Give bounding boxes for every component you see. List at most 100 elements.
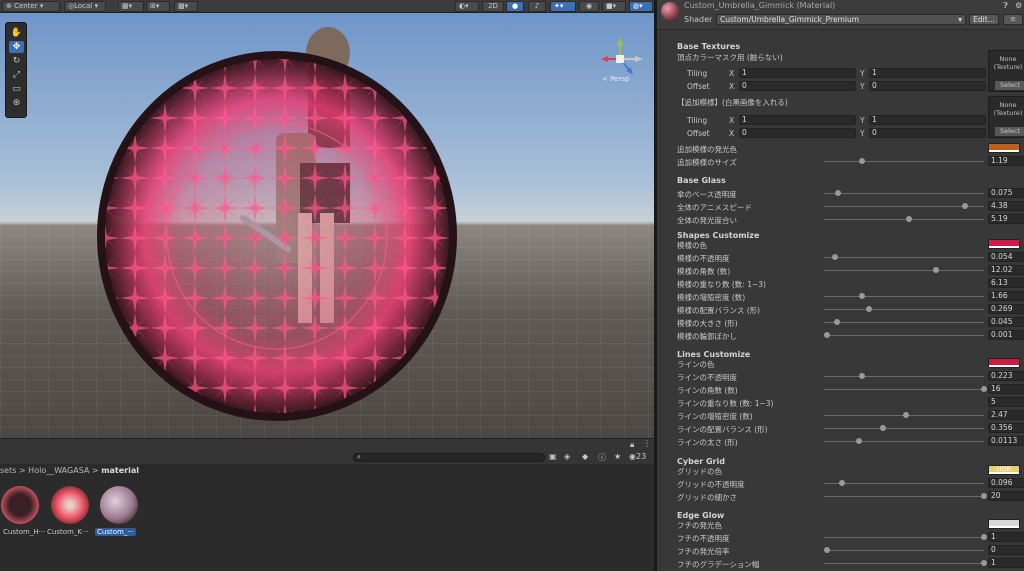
offset1-x-input[interactable]: 0 [739, 81, 856, 91]
slider-knob[interactable] [905, 216, 912, 222]
offset2-x-input[interactable]: 0 [739, 128, 856, 138]
base_glass-slider[interactable] [824, 190, 984, 196]
tiling1-y-input[interactable]: 1 [869, 68, 986, 78]
lines-slider[interactable] [824, 412, 984, 418]
cyber-color-swatch[interactable]: HDR [988, 465, 1020, 475]
asset-material-2[interactable] [48, 486, 92, 530]
slider-knob[interactable] [961, 203, 968, 209]
effects-toggle[interactable]: ✦▾ [550, 1, 576, 12]
slider-knob[interactable] [981, 534, 987, 540]
edge-slider[interactable] [824, 547, 984, 553]
settings-icon[interactable]: ⚙ [1015, 1, 1022, 10]
render-mode-button[interactable]: ▩▾ [174, 1, 198, 12]
lines-value-field[interactable]: 2.47 [988, 410, 1024, 420]
lines-slider[interactable] [824, 425, 984, 431]
slider-knob[interactable] [859, 373, 866, 379]
cyber-value-field[interactable]: 20 [988, 491, 1024, 501]
breadcrumb-current[interactable]: material [101, 466, 139, 475]
filter-label-icon[interactable]: ◈ [564, 452, 570, 461]
cyber-slider[interactable] [824, 480, 984, 486]
shapes-color-swatch[interactable] [988, 239, 1020, 249]
lock-icon[interactable]: 🔒︎ [630, 440, 634, 450]
space-dropdown[interactable]: ◎Local ▾ [64, 1, 106, 12]
star-icon[interactable]: ★ [614, 452, 621, 461]
slider-knob[interactable] [933, 267, 939, 273]
slider-knob[interactable] [824, 332, 831, 338]
filter-type-icon[interactable]: ▣ [549, 452, 557, 461]
add-size-value[interactable]: 1.19 [988, 156, 1024, 166]
slider-knob[interactable] [981, 560, 987, 566]
slider-knob[interactable] [832, 254, 839, 260]
shapes-value-field[interactable]: 0.269 [988, 304, 1024, 314]
transform-tool[interactable]: ⊛ [9, 97, 24, 109]
edge-value-field[interactable]: 1 [988, 532, 1024, 542]
base_glass-slider[interactable] [824, 216, 984, 222]
project-search-input[interactable]: ⌕ [353, 453, 545, 462]
gizmos-button[interactable]: ◍▾ [629, 1, 653, 12]
grid-snap-button[interactable]: ▦▾ [118, 1, 144, 12]
slider-knob[interactable] [824, 547, 831, 553]
texture2-select-button[interactable]: Select [995, 127, 1024, 136]
shapes-value-field[interactable]: 0.045 [988, 317, 1024, 327]
lines-slider[interactable] [824, 373, 984, 379]
shapes-value-field[interactable]: 6.13 [988, 278, 1024, 288]
lines-value-field[interactable]: 0.223 [988, 371, 1024, 381]
shapes-value-field[interactable]: 0.054 [988, 252, 1024, 262]
shapes-slider[interactable] [824, 254, 984, 260]
asset-material-1[interactable] [0, 486, 42, 530]
slider-knob[interactable] [902, 412, 909, 418]
hand-tool[interactable]: ✋ [9, 27, 24, 39]
slider-knob[interactable] [859, 158, 866, 164]
slider-knob[interactable] [833, 319, 840, 325]
edge-slider[interactable] [824, 560, 987, 566]
lines-slider[interactable] [824, 386, 987, 392]
slider-knob[interactable] [981, 493, 987, 499]
help-icon[interactable]: ❓︎ [1003, 1, 1008, 11]
scale-tool[interactable]: ⤢ [9, 69, 24, 81]
rotate-tool[interactable]: ↻ [9, 55, 24, 67]
rect-tool[interactable]: ▭ [9, 83, 24, 95]
slider-knob[interactable] [856, 438, 863, 444]
edge-color-swatch[interactable] [988, 519, 1020, 529]
offset1-y-input[interactable]: 0 [869, 81, 986, 91]
audio-toggle[interactable]: ♪ [528, 1, 546, 12]
slider-knob[interactable] [865, 306, 872, 312]
asset-material-3[interactable] [97, 486, 141, 530]
list-menu-icon[interactable]: ≡ [1003, 14, 1023, 25]
draw-mode-button[interactable]: ◐▾ [455, 1, 479, 12]
add-size-slider[interactable] [824, 158, 984, 164]
shapes-slider[interactable] [824, 306, 984, 312]
shapes-value-field[interactable]: 1.66 [988, 291, 1024, 301]
lines-value-field[interactable]: 16 [988, 384, 1024, 394]
tiling1-x-input[interactable]: 1 [739, 68, 856, 78]
edge-value-field[interactable]: 1 [988, 558, 1024, 568]
lines-slider[interactable] [824, 438, 984, 444]
pivot-dropdown[interactable]: ⊕ Center ▾ [2, 1, 60, 12]
base_glass-value-field[interactable]: 4.38 [988, 201, 1024, 211]
2d-toggle[interactable]: 2D [482, 1, 504, 12]
perspective-label[interactable]: < Persp [602, 75, 629, 83]
shapes-slider[interactable] [824, 332, 984, 338]
add-color-swatch[interactable] [988, 143, 1020, 153]
slider-knob[interactable] [880, 425, 887, 431]
menu-icon[interactable]: ⋮ [643, 439, 651, 448]
base_glass-slider[interactable] [824, 203, 984, 209]
lines-value-field[interactable]: 0.0113 [988, 436, 1024, 446]
cyber-slider[interactable] [824, 493, 987, 499]
info-icon[interactable]: ⓘ [598, 452, 606, 463]
scene-view[interactable]: ✋ ✥ ↻ ⤢ ▭ ⊛ < Persp [0, 13, 654, 438]
visibility-icon[interactable]: ◉23 [629, 452, 646, 461]
edit-shader-button[interactable]: Edit... [969, 14, 999, 25]
breadcrumb-path[interactable]: sets > Holo__WAGASA > [0, 466, 101, 475]
increment-snap-button[interactable]: ⊞▾ [146, 1, 170, 12]
slider-knob[interactable] [838, 480, 845, 486]
shapes-value-field[interactable]: 12.02 [988, 265, 1024, 275]
edge-value-field[interactable]: 0 [988, 545, 1024, 555]
shapes-slider[interactable] [824, 319, 984, 325]
lines-color-swatch[interactable] [988, 358, 1020, 368]
offset2-y-input[interactable]: 0 [869, 128, 986, 138]
shader-dropdown[interactable]: Custom/Umbrella_Gimmick_Premium ▾ [716, 14, 966, 25]
cyber-value-field[interactable]: 0.096 [988, 478, 1024, 488]
base_glass-value-field[interactable]: 0.075 [988, 188, 1024, 198]
lighting-toggle[interactable]: ● [506, 1, 524, 12]
